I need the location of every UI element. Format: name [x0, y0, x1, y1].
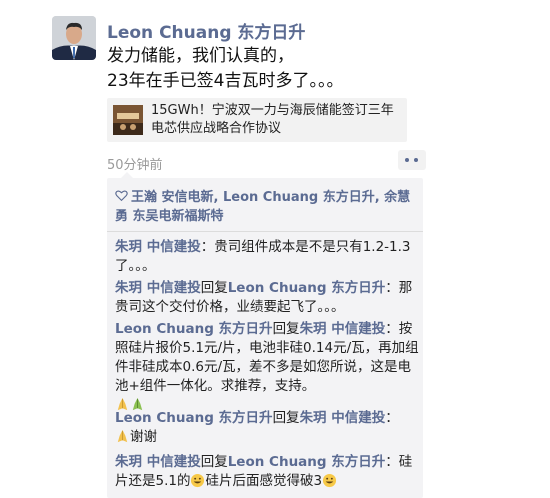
comment-text: ： [385, 410, 399, 426]
reply-target[interactable]: Leon Chuang 东方日升 [228, 280, 386, 296]
comment[interactable]: 朱玥 中信建投：贵司组件成本是不是只有1.2-1.3了。。。 [115, 238, 421, 276]
post-text-line: 23年在手已签4吉瓦时多了。。。 [107, 71, 344, 91]
comment-author[interactable]: 朱玥 中信建投 [115, 280, 201, 296]
shared-link-card[interactable]: 15GWh！宁波双一力与海辰储能签订三年电芯供应战略合作协议 [107, 98, 407, 142]
comment-author[interactable]: Leon Chuang 东方日升 [115, 321, 273, 337]
post-text: 发力储能，我们认真的， 23年在手已签4吉瓦时多了。。。 [107, 44, 343, 94]
avatar[interactable] [52, 16, 96, 60]
grin-emoji [323, 473, 337, 488]
likes-row: 王瀚 安信电新, Leon Chuang 东方日升, 余慧勇 东吴电新福斯特 [115, 188, 419, 226]
heart-outline-icon [115, 190, 128, 202]
post-timestamp: 50分钟前 [107, 158, 163, 173]
comments-panel: 王瀚 安信电新, Leon Chuang 东方日升, 余慧勇 东吴电新福斯特 朱… [107, 172, 423, 498]
reply-word: 回复 [272, 321, 300, 337]
reply-target[interactable]: 朱玥 中信建投 [300, 321, 386, 337]
comment[interactable]: 朱玥 中信建投回复Leon Chuang 东方日升：硅片还是5.1的 硅片后面感觉… [115, 453, 421, 491]
more-dot-icon [405, 158, 409, 162]
more-actions-button[interactable] [398, 150, 426, 170]
comment[interactable]: Leon Chuang 东方日升回复朱玥 中信建投： 谢谢 [115, 409, 421, 447]
comment[interactable]: 朱玥 中信建投回复Leon Chuang 东方日升：那贵司这个交付价格，业绩要起… [115, 279, 421, 317]
comment-author[interactable]: 朱玥 中信建投 [115, 239, 201, 255]
comment[interactable]: Leon Chuang 东方日升回复朱玥 中信建投：按照硅片报价5.1元/片，电… [115, 320, 421, 415]
reply-word: 回复 [272, 410, 300, 426]
divider [107, 231, 423, 232]
comment-tail: 谢谢 [130, 429, 157, 445]
link-title: 15GWh！宁波双一力与海辰储能签订三年电芯供应战略合作协议 [151, 103, 394, 136]
post-text-line: 发力储能，我们认真的， [107, 46, 294, 66]
reply-word: 回复 [200, 280, 228, 296]
grin-emoji [191, 473, 205, 488]
reply-word: 回复 [200, 454, 228, 470]
more-dot-icon [414, 158, 418, 162]
reply-target[interactable]: Leon Chuang 东方日升 [228, 454, 386, 470]
comment-tail: 硅片后面感觉得破3 [205, 473, 323, 489]
pray-emoji [117, 429, 128, 443]
post-author-name[interactable]: Leon Chuang 东方日升 [107, 18, 305, 43]
link-thumbnail [113, 105, 143, 135]
comment-author[interactable]: Leon Chuang 东方日升 [115, 410, 273, 426]
comment-author[interactable]: 朱玥 中信建投 [115, 454, 201, 470]
reply-target[interactable]: 朱玥 中信建投 [300, 410, 386, 426]
likes-names[interactable]: 王瀚 安信电新, Leon Chuang 东方日升, 余慧勇 东吴电新福斯特 [115, 190, 410, 224]
